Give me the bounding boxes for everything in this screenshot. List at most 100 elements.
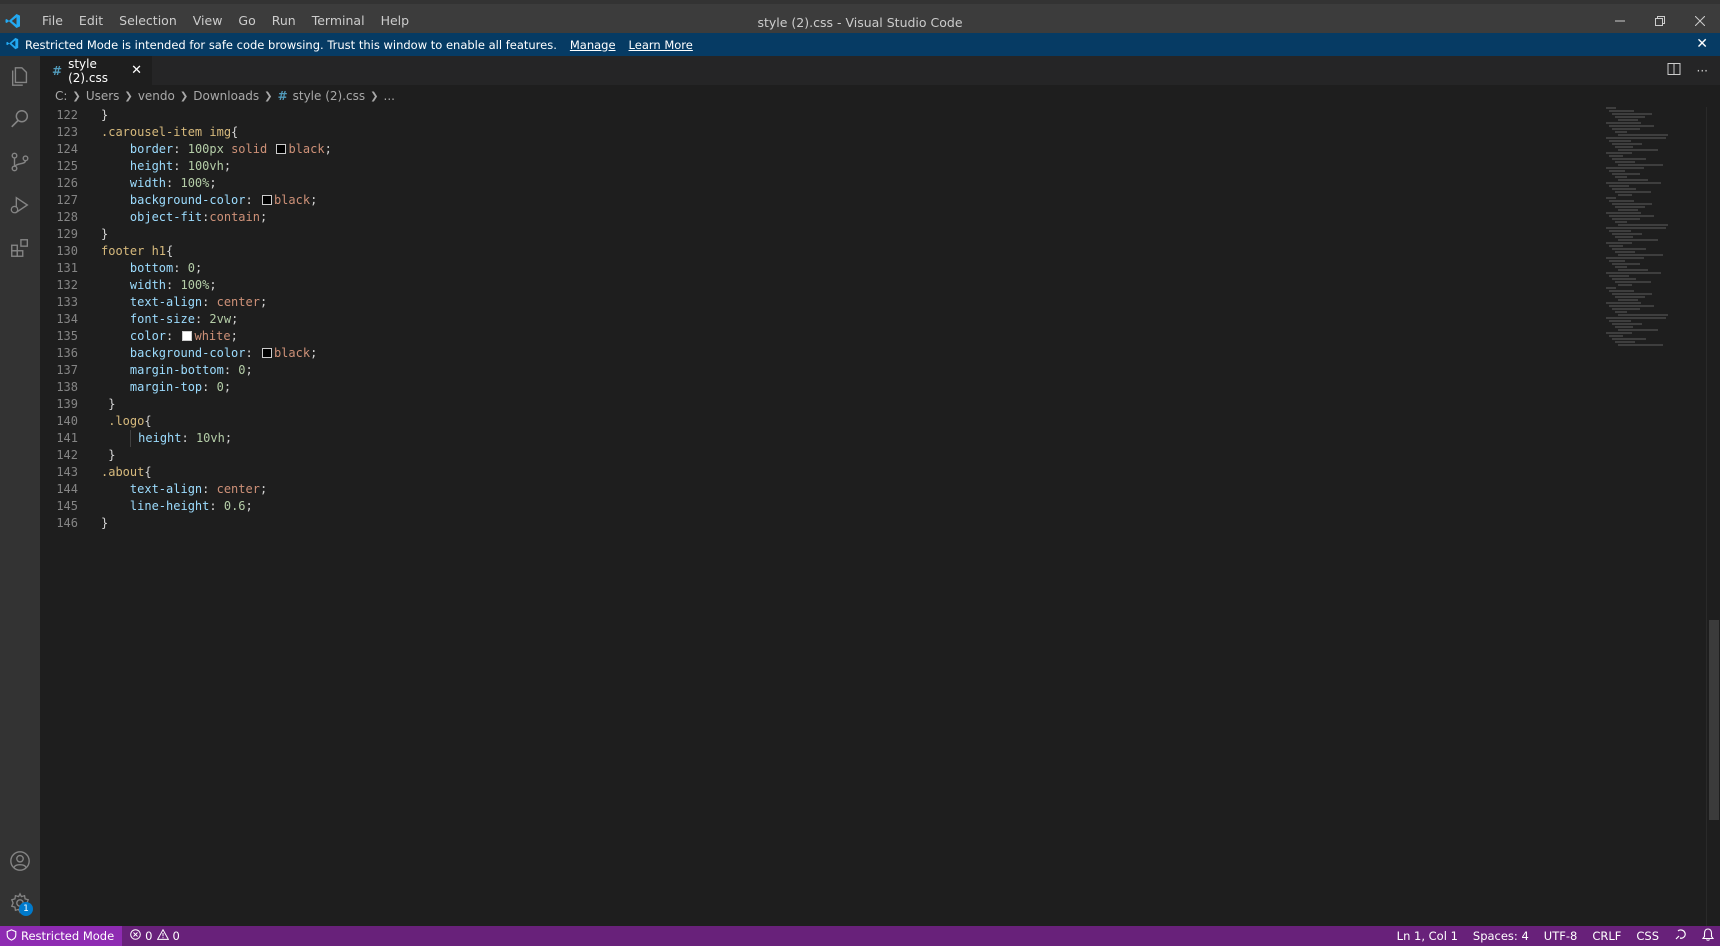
search-icon[interactable]	[0, 99, 40, 139]
learn-more-link[interactable]: Learn More	[629, 38, 693, 52]
editor-scrollbar[interactable]	[1706, 107, 1720, 926]
problems-status[interactable]: 0 0	[130, 928, 180, 943]
code-editor[interactable]: 122 123 124 125 126 127 128 129 130 131 132 133 134 1…	[40, 107, 1720, 926]
minimap-line	[1609, 260, 1625, 262]
restore-icon	[1655, 15, 1665, 26]
feedback-icon[interactable]	[1674, 928, 1687, 944]
menu-selection[interactable]: Selection	[111, 6, 185, 36]
banner-close-icon[interactable]: ✕	[1696, 36, 1708, 52]
breadcrumb-item[interactable]: Downloads ❯	[193, 89, 277, 103]
minimap-line	[1612, 113, 1652, 115]
menu-help[interactable]: Help	[373, 6, 418, 36]
cursor-position[interactable]: Ln 1, Col 1	[1397, 929, 1458, 943]
code-line: object-fit:contain;	[129, 210, 268, 224]
code-line: .carousel-item img{	[101, 125, 239, 139]
restricted-mode-status[interactable]: Restricted Mode	[0, 926, 123, 946]
minimap[interactable]	[1606, 107, 1706, 367]
accounts-icon[interactable]	[0, 841, 40, 881]
end-of-line[interactable]: CRLF	[1592, 929, 1621, 943]
code-content[interactable]: } .carousel-item img{ border: 100px soli…	[101, 107, 332, 532]
line-number: 142	[56, 448, 78, 462]
minimap-line	[1612, 248, 1646, 250]
line-number: 125	[56, 159, 78, 173]
line-number: 144	[56, 482, 78, 496]
line-number: 122	[56, 108, 78, 122]
code-line: }	[101, 397, 116, 411]
minimap-line	[1618, 329, 1658, 331]
extensions-icon[interactable]	[0, 228, 40, 268]
line-number: 139	[56, 397, 78, 411]
notifications-bell-icon[interactable]	[1701, 928, 1715, 944]
breadcrumb-item[interactable]: vendo ❯	[138, 89, 193, 103]
minimap-line	[1609, 230, 1631, 232]
minimap-line	[1612, 158, 1646, 160]
minimap-line	[1609, 335, 1623, 337]
run-debug-icon[interactable]	[0, 185, 40, 225]
breadcrumb-symbols[interactable]: ...	[384, 89, 395, 103]
more-actions-icon[interactable]: ···	[1697, 64, 1708, 78]
minimap-line	[1606, 152, 1632, 154]
error-icon	[130, 929, 141, 943]
indentation[interactable]: Spaces: 4	[1473, 929, 1529, 943]
line-number: 140	[56, 414, 78, 428]
code-line: }	[101, 108, 109, 122]
minimap-line	[1606, 242, 1632, 244]
css-file-icon: #	[277, 89, 288, 103]
line-number: 133	[56, 295, 78, 309]
language-mode[interactable]: CSS	[1636, 929, 1659, 943]
code-line: }	[101, 516, 109, 530]
line-number: 128	[56, 210, 78, 224]
minimap-line	[1609, 110, 1634, 112]
activity-bar: 1	[0, 56, 40, 926]
breadcrumb-item[interactable]: Users ❯	[86, 89, 138, 103]
manage-gear-icon[interactable]: 1	[0, 883, 40, 923]
settings-badge: 1	[19, 902, 33, 916]
scrollbar-thumb[interactable]	[1709, 620, 1719, 820]
minimap-line	[1609, 125, 1654, 127]
color-swatch-icon[interactable]	[276, 144, 287, 154]
line-number: 145	[56, 499, 78, 513]
minimap-line	[1618, 254, 1663, 256]
menu-bar: File Edit Selection View Go Run Terminal…	[34, 6, 417, 36]
menu-go[interactable]: Go	[230, 6, 263, 36]
menu-edit[interactable]: Edit	[71, 6, 111, 36]
color-swatch-icon[interactable]	[182, 331, 193, 341]
minimap-line	[1615, 266, 1627, 268]
minimap-line	[1606, 302, 1641, 304]
color-swatch-icon[interactable]	[261, 195, 272, 205]
minimap-line	[1606, 107, 1616, 109]
minimap-line	[1606, 227, 1666, 229]
breadcrumb: C: ❯ Users ❯ vendo ❯ Downloads ❯ # style (2).…	[40, 85, 1720, 107]
minimap-line	[1606, 197, 1616, 199]
breadcrumb-item[interactable]: C: ❯	[55, 89, 86, 103]
explorer-icon[interactable]	[0, 56, 40, 96]
tab-close-icon[interactable]: ✕	[131, 63, 142, 78]
minimap-line	[1606, 332, 1632, 334]
minimap-line	[1612, 188, 1636, 190]
color-swatch-icon[interactable]	[261, 348, 272, 358]
manage-link[interactable]: Manage	[570, 38, 616, 52]
minimap-line	[1606, 287, 1616, 289]
breadcrumb-file[interactable]: # style (2).css ❯	[278, 89, 384, 103]
menu-run[interactable]: Run	[264, 6, 304, 36]
minimap-line	[1609, 200, 1634, 202]
code-line: background-color: black;	[129, 193, 318, 207]
minimap-line	[1612, 173, 1640, 175]
minimap-line	[1612, 143, 1642, 145]
split-editor-icon[interactable]	[1667, 62, 1681, 79]
menu-file[interactable]: File	[34, 6, 71, 36]
minimap-line	[1606, 182, 1661, 184]
encoding[interactable]: UTF-8	[1544, 929, 1578, 943]
menu-view[interactable]: View	[185, 6, 231, 36]
vscode-logo-icon	[0, 6, 26, 36]
minimap-line	[1615, 236, 1633, 238]
minimap-line	[1609, 320, 1631, 322]
line-number: 143	[56, 465, 78, 479]
source-control-icon[interactable]	[0, 142, 40, 182]
tab-style-css[interactable]: # style (2).css ✕	[40, 56, 152, 85]
minimap-line	[1606, 317, 1666, 319]
minimap-line	[1606, 137, 1666, 139]
menu-terminal[interactable]: Terminal	[304, 6, 373, 36]
minimap-line	[1609, 305, 1654, 307]
minimap-line	[1618, 164, 1663, 166]
